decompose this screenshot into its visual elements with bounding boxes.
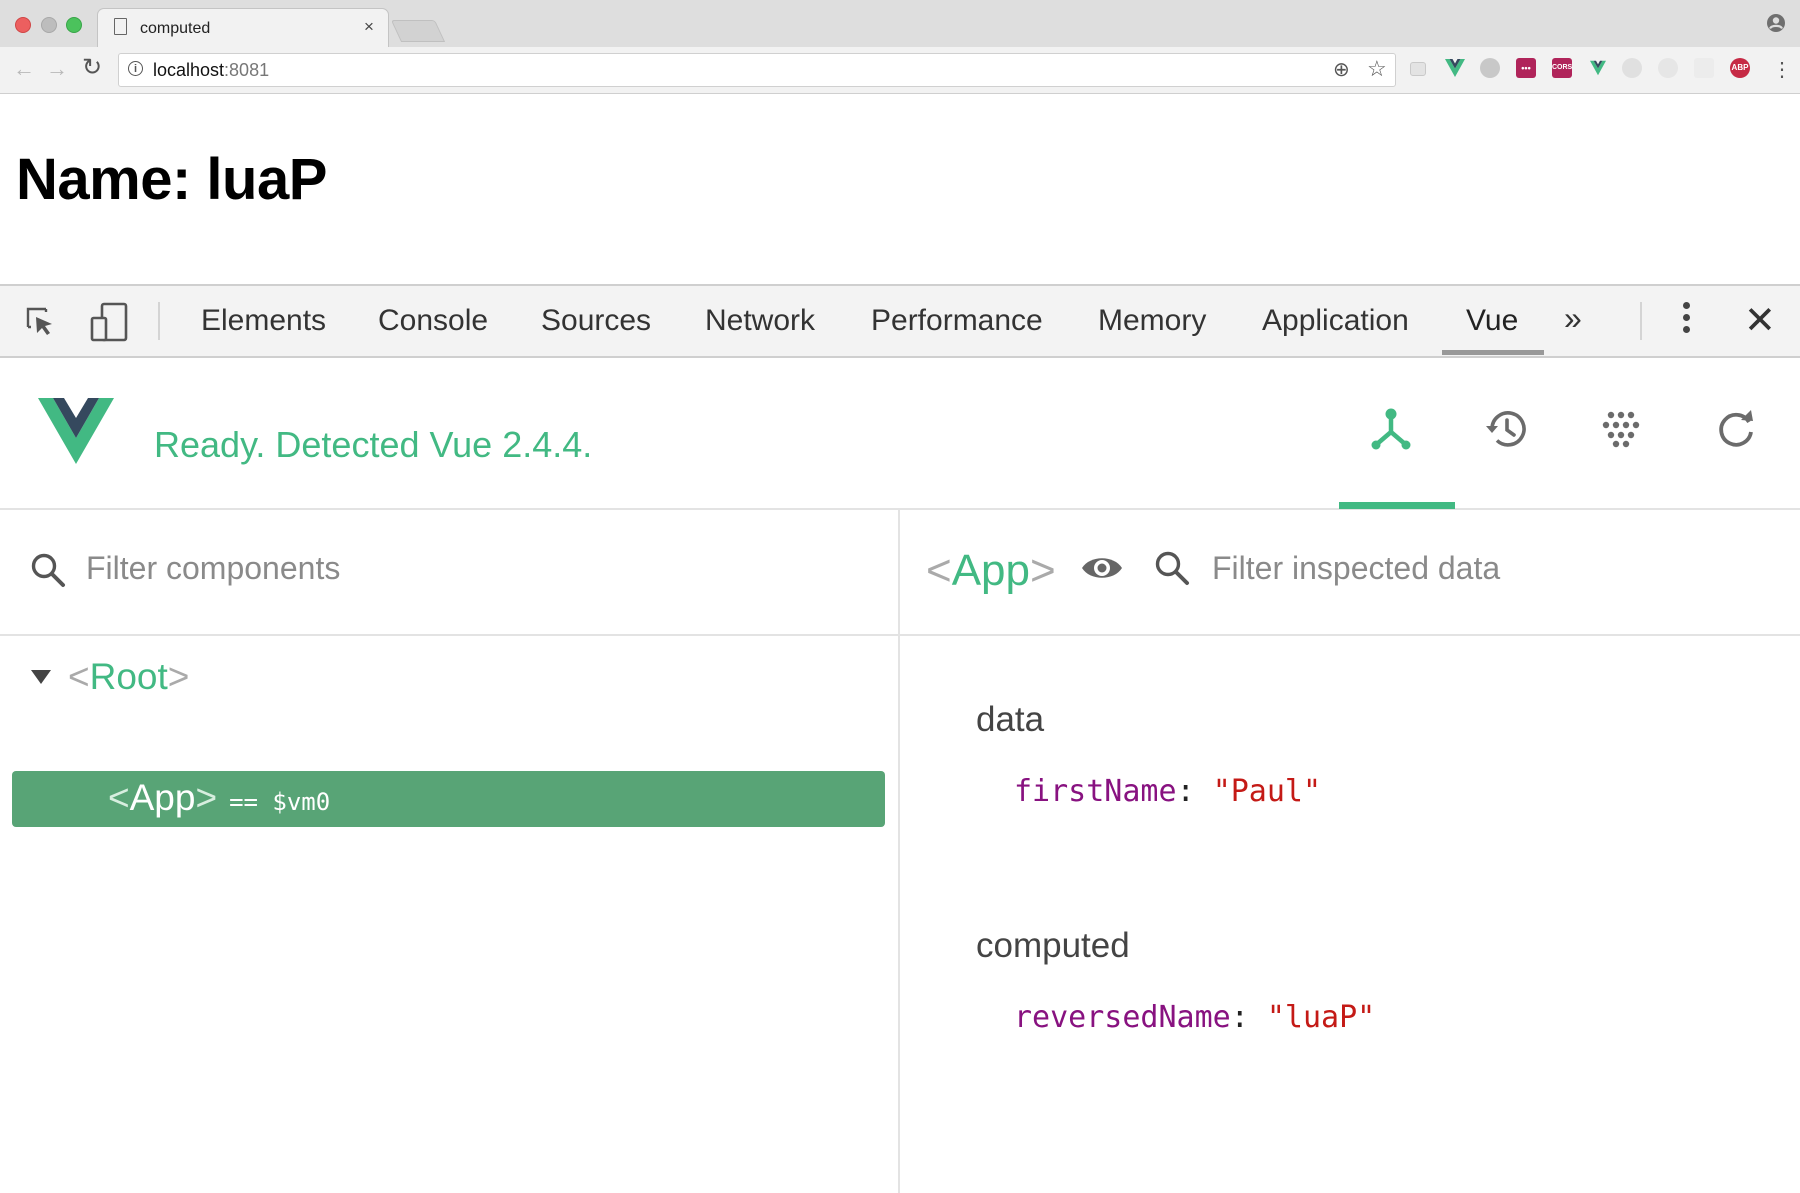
inspect-element-icon[interactable] <box>24 305 56 337</box>
property-value: "luaP" <box>1266 1000 1376 1035</box>
url-text: localhost:8081 <box>153 60 269 81</box>
zoom-icon[interactable]: ⊕ <box>1333 57 1350 82</box>
vuex-icon[interactable] <box>1598 406 1644 452</box>
computed-entry[interactable]: reversedName: "luaP" <box>1014 1000 1375 1035</box>
inspected-component-name: <App> <box>926 546 1056 596</box>
info-icon[interactable]: i <box>128 61 143 76</box>
devtools-close-icon[interactable]: ✕ <box>1744 298 1776 343</box>
tag-close: > <box>1030 546 1056 595</box>
devtools-tab-bar: Elements Console Sources Network Perform… <box>0 286 1800 358</box>
property-key: reversedName <box>1014 1000 1231 1035</box>
devtools-panel: Elements Console Sources Network Perform… <box>0 284 1800 1193</box>
cors-extension-icon[interactable]: CORS <box>1552 58 1572 78</box>
address-bar[interactable]: i localhost:8081 ⊕ ☆ <box>118 53 1396 87</box>
property-key: firstName <box>1014 774 1177 809</box>
filter-inspected-data-input[interactable] <box>1212 546 1772 590</box>
browser-menu-icon[interactable]: ⋮ <box>1772 57 1792 82</box>
extension-icon[interactable]: ••• <box>1516 58 1536 78</box>
property-value: "Paul" <box>1212 774 1322 809</box>
device-toolbar-icon[interactable] <box>90 302 130 342</box>
page-content: Name: luaP <box>0 94 1800 284</box>
document-icon <box>114 18 127 35</box>
extension-icon[interactable] <box>1410 62 1426 76</box>
account-icon[interactable] <box>1766 13 1786 33</box>
search-icon <box>1155 551 1189 585</box>
tag-open: < <box>108 777 130 818</box>
section-title-computed: computed <box>976 926 1130 965</box>
vue-extension-icon[interactable] <box>1589 60 1607 76</box>
tree-node-app-selected[interactable]: <App> == $vm0 <box>12 771 885 827</box>
expand-arrow-icon[interactable] <box>31 670 51 684</box>
bookmark-star-icon[interactable]: ☆ <box>1367 56 1387 82</box>
page-heading: Name: luaP <box>16 147 327 212</box>
new-tab-button[interactable] <box>390 20 446 42</box>
tab-network[interactable]: Network <box>705 304 815 338</box>
tree-node-root[interactable]: <Root> <box>68 656 189 698</box>
component-name: Root <box>89 656 168 697</box>
tab-sources[interactable]: Sources <box>541 304 651 338</box>
back-icon[interactable]: ← <box>13 56 35 82</box>
tab-console[interactable]: Console <box>378 304 488 338</box>
cloud-extension-icon[interactable] <box>1480 58 1500 78</box>
vue-status-text: Ready. Detected Vue 2.4.4. <box>154 424 593 465</box>
url-port: :8081 <box>224 60 270 80</box>
window-maximize-button[interactable] <box>66 17 82 33</box>
separator <box>158 302 160 340</box>
browser-tab[interactable]: computed × <box>97 8 389 48</box>
component-filter-bar <box>0 510 898 636</box>
tag-close: > <box>195 777 218 818</box>
vue-extension-icon[interactable] <box>1444 58 1466 78</box>
adblock-extension-icon[interactable]: ABP <box>1730 58 1750 78</box>
components-icon[interactable] <box>1368 406 1414 452</box>
eye-icon[interactable] <box>1080 552 1124 584</box>
component-tree-pane: <Root> <box>0 510 900 1193</box>
window-minimize-button[interactable] <box>41 17 57 33</box>
extension-icon[interactable] <box>1622 58 1642 78</box>
data-entry[interactable]: firstName: "Paul" <box>1014 774 1321 809</box>
active-vue-tab-indicator <box>1339 502 1455 509</box>
tab-application[interactable]: Application <box>1262 304 1409 338</box>
filter-components-input[interactable] <box>86 546 786 590</box>
extension-icon[interactable] <box>1694 58 1714 78</box>
vue-devtools-header: Ready. Detected Vue 2.4.4. <box>0 358 1800 510</box>
devtools-menu-icon[interactable] <box>1683 302 1691 338</box>
tab-elements[interactable]: Elements <box>201 304 326 338</box>
section-title-data: data <box>976 700 1045 739</box>
component-name: App <box>129 777 196 818</box>
tag-close: > <box>167 656 190 697</box>
vue-logo-icon <box>38 398 114 464</box>
tag-open: < <box>68 656 90 697</box>
url-host: localhost <box>153 60 225 80</box>
tab-memory[interactable]: Memory <box>1098 304 1206 338</box>
inspector-header: <App> <box>900 510 1800 636</box>
tree-node-label: <App> == $vm0 <box>108 777 330 819</box>
component-name: App <box>951 546 1030 595</box>
reload-icon[interactable]: ↻ <box>82 53 102 82</box>
browser-tab-strip: computed × <box>0 0 1800 48</box>
active-tab-indicator <box>1442 350 1544 355</box>
property-colon: : <box>1230 1000 1249 1035</box>
tag-open: < <box>926 546 952 595</box>
history-icon[interactable] <box>1483 406 1529 452</box>
tab-performance[interactable]: Performance <box>871 304 1043 338</box>
more-tabs-icon[interactable]: » <box>1564 300 1582 337</box>
forward-icon[interactable]: → <box>46 56 68 82</box>
inspector-pane: <App> data firstName: "Paul" computed re… <box>900 510 1800 1193</box>
property-colon: : <box>1176 774 1195 809</box>
separator <box>1640 302 1642 340</box>
search-icon <box>31 553 65 587</box>
tab-vue[interactable]: Vue <box>1466 304 1518 338</box>
window-close-button[interactable] <box>15 17 31 33</box>
vm-reference: == $vm0 <box>229 788 331 816</box>
extension-icon[interactable] <box>1658 58 1678 78</box>
refresh-icon[interactable] <box>1713 406 1759 452</box>
tab-close-icon[interactable]: × <box>364 17 374 37</box>
tab-title: computed <box>140 20 211 37</box>
